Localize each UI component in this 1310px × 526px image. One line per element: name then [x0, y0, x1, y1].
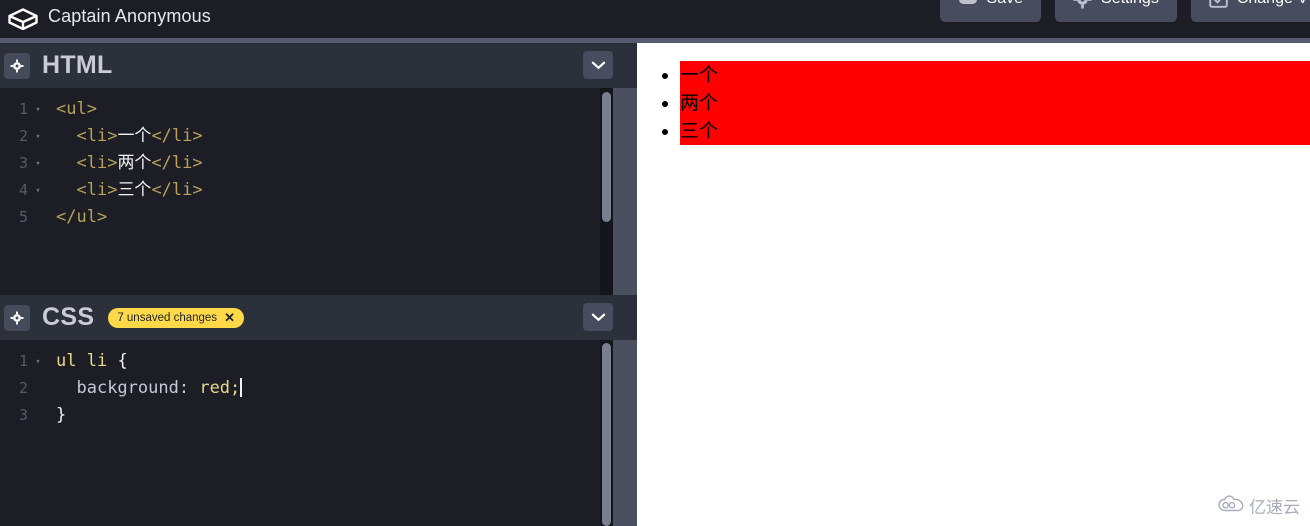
fold-arrow-icon[interactable]: ▾ [28, 349, 48, 376]
code-token: ul li [56, 351, 108, 371]
fold-arrow-icon [28, 403, 48, 430]
top-navigation-bar: Captain Anonymous Save [0, 0, 1310, 38]
html-panel-header: HTML [0, 43, 637, 88]
code-token: <li> [76, 180, 118, 200]
watermark: 亿速云 [1218, 493, 1300, 518]
watermark-text: 亿速云 [1249, 498, 1300, 518]
code-text: } [48, 402, 66, 429]
username-label: Captain Anonymous [48, 5, 211, 26]
html-panel-title: HTML [42, 51, 113, 79]
css-code-area[interactable]: 1 ▾ ul li { 2 background: red; 3 } [0, 340, 637, 526]
save-cloud-icon [958, 0, 978, 6]
code-token: 三个 [117, 180, 152, 200]
code-text: <ul> [48, 96, 97, 123]
code-text: <li>一个</li> [48, 123, 203, 150]
line-number: 2 [18, 379, 28, 397]
code-token: } [56, 405, 67, 425]
cloud-icon [1218, 494, 1244, 517]
code-line: 1 ▾ <ul> [0, 96, 637, 123]
unsaved-changes-badge[interactable]: 7 unsaved changes ✕ [108, 307, 244, 328]
code-token: 一个 [117, 126, 152, 146]
fold-arrow-icon [28, 205, 48, 232]
code-text: background: red; [48, 375, 242, 402]
line-number: 1 [18, 100, 28, 118]
html-collapse-chevron-down-icon[interactable] [583, 51, 613, 79]
gear-icon [1073, 0, 1092, 9]
code-line: 2 background: red; [0, 375, 637, 402]
preview-pane[interactable]: 一个 两个 三个 亿速云 [637, 43, 1310, 526]
line-number: 2 [18, 127, 28, 145]
code-token: 两个 [117, 153, 152, 173]
save-button[interactable]: Save [939, 0, 1042, 22]
html-scrollbar-track[interactable] [600, 88, 613, 295]
change-view-button-label: Change V [1237, 0, 1308, 8]
preview-list: 一个 两个 三个 [637, 61, 1310, 145]
fold-arrow-icon[interactable]: ▾ [28, 178, 48, 205]
line-number: 4 [18, 181, 28, 199]
list-item: 一个 [680, 61, 1310, 89]
text-cursor [240, 378, 242, 397]
fold-arrow-icon[interactable]: ▾ [28, 97, 48, 124]
css-scrollbar-track[interactable] [600, 340, 613, 526]
codepen-logo-icon[interactable] [6, 6, 40, 32]
html-settings-gear-icon[interactable] [4, 52, 30, 79]
code-text: ul li { [48, 348, 128, 375]
settings-button[interactable]: Settings [1055, 0, 1177, 22]
html-code-lines: 1 ▾ <ul> 2 ▾ <li>一个</li> 3 ▾ <li>两个</li> [0, 88, 637, 231]
settings-button-label: Settings [1101, 0, 1159, 8]
fold-arrow-icon [28, 376, 48, 403]
unsaved-changes-label: 7 unsaved changes [117, 311, 218, 324]
code-token: </ul> [56, 207, 108, 227]
css-panel-title: CSS [42, 303, 95, 331]
code-token: { [117, 351, 128, 371]
css-code-lines: 1 ▾ ul li { 2 background: red; 3 } [0, 340, 637, 429]
change-view-icon [1209, 0, 1228, 8]
save-button-label: Save [987, 0, 1023, 8]
html-code-area[interactable]: 1 ▾ <ul> 2 ▾ <li>一个</li> 3 ▾ <li>两个</li> [0, 88, 637, 295]
code-line: 3 } [0, 402, 637, 429]
code-token: <li> [76, 153, 118, 173]
code-line: 2 ▾ <li>一个</li> [0, 123, 637, 150]
line-number: 5 [18, 208, 28, 226]
code-text: </ul> [48, 204, 107, 231]
html-scrollbar-thumb[interactable] [602, 92, 611, 222]
html-panel: HTML 1 ▾ <ul> 2 ▾ <li>一个</li> 3 ▾ <li>两个… [0, 43, 637, 295]
close-icon[interactable]: ✕ [224, 311, 235, 324]
css-panel: CSS 7 unsaved changes ✕ 1 ▾ ul li {2 ba… [0, 295, 637, 526]
list-item: 三个 [680, 117, 1310, 145]
change-view-button[interactable]: Change V [1190, 0, 1310, 22]
fold-arrow-icon[interactable]: ▾ [28, 124, 48, 151]
line-number: 1 [18, 352, 28, 370]
line-number: 3 [18, 154, 28, 172]
code-token: </li> [151, 180, 203, 200]
css-collapse-chevron-down-icon[interactable] [583, 303, 613, 331]
code-token: </li> [151, 153, 203, 173]
nav-left-group: Captain Anonymous [0, 6, 211, 32]
css-scrollbar-thumb[interactable] [602, 343, 611, 526]
css-settings-gear-icon[interactable] [4, 304, 30, 331]
line-number: 3 [18, 406, 28, 424]
editor-column: HTML 1 ▾ <ul> 2 ▾ <li>一个</li> 3 ▾ <li>两个… [0, 43, 637, 526]
code-text: <li>两个</li> [48, 150, 203, 177]
list-item: 两个 [680, 89, 1310, 117]
code-token: background: [76, 378, 190, 398]
css-panel-header: CSS 7 unsaved changes ✕ [0, 295, 637, 340]
code-line: 5 </ul> [0, 204, 637, 231]
code-token: red; [199, 378, 241, 398]
code-line: 3 ▾ <li>两个</li> [0, 150, 637, 177]
code-text: <li>三个</li> [48, 177, 203, 204]
codepen-editor: Captain Anonymous Save [0, 0, 1310, 526]
nav-actions-group: Save Settings [939, 0, 1310, 22]
code-line: 1 ▾ ul li { [0, 348, 637, 375]
html-panel-right-gutter [613, 88, 637, 295]
fold-arrow-icon[interactable]: ▾ [28, 151, 48, 178]
code-token: </li> [151, 126, 203, 146]
code-token: <ul> [56, 99, 97, 119]
css-panel-right-gutter [613, 340, 637, 526]
code-token: <li> [76, 126, 118, 146]
code-line: 4 ▾ <li>三个</li> [0, 177, 637, 204]
